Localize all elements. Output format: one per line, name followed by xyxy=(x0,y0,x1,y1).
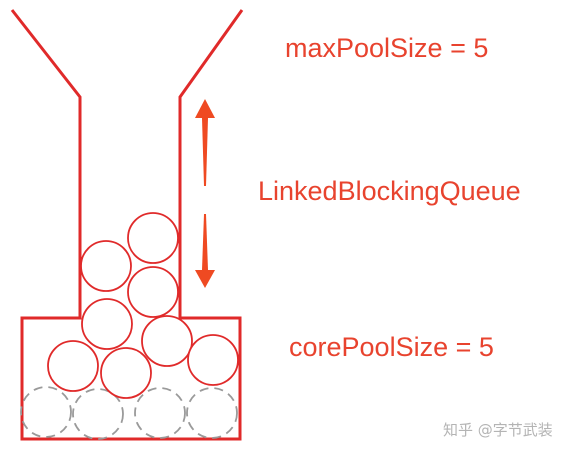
dashed-slot xyxy=(20,386,72,438)
dashed-slot xyxy=(186,387,238,439)
queue-ball xyxy=(80,240,132,292)
watermark: 知乎 @字节武装 xyxy=(443,421,553,439)
core-ball xyxy=(187,334,239,386)
down-arrow-icon xyxy=(195,214,215,288)
core-pool-size-label: corePoolSize = 5 xyxy=(289,332,494,362)
task-balls xyxy=(47,212,239,399)
core-ball xyxy=(141,315,193,367)
queue-ball xyxy=(127,266,179,318)
max-pool-size-label: maxPoolSize = 5 xyxy=(285,33,489,63)
pool-diagram xyxy=(10,9,244,441)
dashed-slot xyxy=(134,387,186,439)
core-ball xyxy=(100,347,152,399)
queue-label: LinkedBlockingQueue xyxy=(258,176,521,206)
queue-ball xyxy=(127,212,179,264)
core-ball xyxy=(47,340,99,392)
core-ball xyxy=(81,298,133,350)
up-arrow-icon xyxy=(195,99,215,186)
